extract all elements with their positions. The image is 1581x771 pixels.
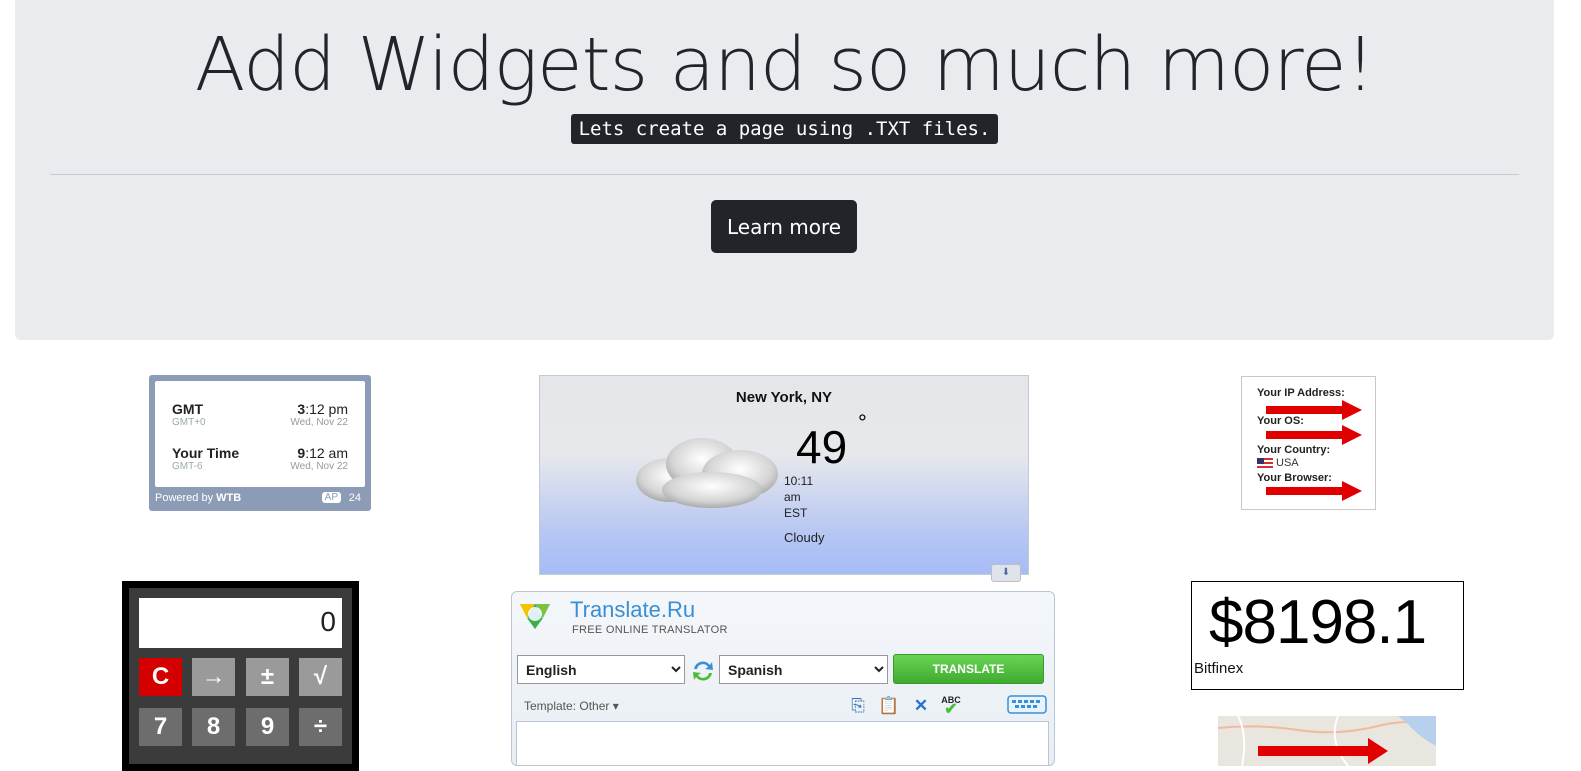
time-value: 3:12 pm: [297, 401, 348, 417]
ip-info-widget[interactable]: Your IP Address: Your OS: Your Country: …: [1241, 376, 1376, 510]
country-name: USA: [1276, 457, 1299, 469]
spellcheck-icon[interactable]: ABC ✔: [940, 695, 962, 718]
translator-widget: Translate.Ru FREE ONLINE TRANSLATOR Engl…: [511, 591, 1055, 766]
divide-key[interactable]: ÷: [299, 708, 342, 746]
red-arrow-icon: [1266, 425, 1362, 445]
weather-time-hour: 10:11: [784, 474, 814, 488]
time-date: Wed, Nov 22: [290, 461, 348, 472]
powered-by-brand[interactable]: WTB: [216, 492, 241, 504]
weather-widget[interactable]: New York, NY 49 ° 10:11 am EST Cloudy ⬇: [539, 375, 1029, 582]
translator-tagline: FREE ONLINE TRANSLATOR: [572, 624, 728, 636]
download-icon[interactable]: ⬇: [991, 564, 1021, 582]
map-graphic: [1218, 716, 1436, 766]
clear-text-icon[interactable]: ✕: [910, 695, 932, 717]
hero-title: Add Widgets and so much more!: [194, 22, 1375, 108]
paste-icon[interactable]: 📋: [878, 695, 900, 717]
weather-time-ampm: am: [784, 490, 801, 504]
powered-by-prefix: Powered by: [155, 492, 214, 504]
source-text-area[interactable]: [516, 721, 1049, 766]
degree-symbol: °: [858, 410, 867, 435]
calculator-widget: 0 C → ± √ 7 8 9 ÷: [122, 581, 359, 771]
world-time-footer: Powered by WTB AP 24: [155, 492, 365, 504]
us-flag-icon: [1257, 458, 1273, 469]
price-ticker-widget: $8198.1 Bitfinex: [1191, 581, 1464, 690]
ap-badge: AP: [321, 492, 341, 503]
cloud-icon: [636, 438, 778, 508]
weather-condition: Cloudy: [784, 530, 825, 545]
digit-8-key[interactable]: 8: [192, 708, 235, 746]
backspace-key[interactable]: →: [192, 658, 235, 696]
hero-divider: [50, 174, 1519, 175]
target-language-select[interactable]: Spanish: [719, 655, 888, 684]
world-time-row: Your Time GMT-6 9:12 am Wed, Nov 22: [172, 445, 348, 472]
powered-by-label: Powered by WTB: [155, 492, 241, 504]
translate-logo-icon: [520, 604, 550, 629]
price-value: $8198.1: [1209, 588, 1427, 657]
swap-languages-icon[interactable]: [690, 658, 716, 684]
red-arrow-icon: [1266, 481, 1362, 501]
learn-more-button[interactable]: Learn more: [711, 200, 857, 253]
country-label: Your Country:: [1257, 444, 1331, 456]
translate-button[interactable]: TRANSLATE: [893, 654, 1044, 684]
map-widget[interactable]: [1218, 716, 1436, 766]
hero-subtitle-line: Lets create a page using .TXT files.: [15, 114, 1554, 144]
plus-minus-key[interactable]: ±: [246, 658, 289, 696]
weather-time-zone: EST: [784, 506, 808, 520]
copy-icon[interactable]: ⎘: [847, 695, 869, 717]
keyboard-icon[interactable]: [1007, 693, 1047, 715]
weather-city: New York, NY: [735, 389, 833, 406]
country-value: USA: [1257, 457, 1299, 469]
time-minutes: :12 pm: [305, 401, 348, 417]
time-minutes: :12 am: [305, 445, 348, 461]
ap-number: 24: [348, 492, 361, 504]
exchange-name: Bitfinex: [1194, 660, 1244, 677]
translator-brand[interactable]: Translate.Ru: [570, 597, 695, 623]
time-value: 9:12 am: [297, 445, 348, 461]
hero-subtitle-code: Lets create a page using .TXT files.: [570, 114, 999, 144]
ip-address-label: Your IP Address:: [1257, 387, 1345, 399]
time-date: Wed, Nov 22: [290, 417, 348, 428]
calculator-display: 0: [139, 598, 342, 648]
hero-jumbotron: Add Widgets and so much more! Lets creat…: [15, 0, 1554, 340]
weather-temperature: 49: [796, 421, 848, 473]
digit-7-key[interactable]: 7: [139, 708, 182, 746]
source-language-select[interactable]: English: [517, 655, 685, 684]
world-time-row: GMT GMT+0 3:12 pm Wed, Nov 22: [172, 401, 348, 428]
digit-9-key[interactable]: 9: [246, 708, 289, 746]
sqrt-key[interactable]: √: [299, 658, 342, 696]
world-time-panel: GMT GMT+0 3:12 pm Wed, Nov 22 Your Time …: [155, 381, 365, 487]
world-time-widget[interactable]: GMT GMT+0 3:12 pm Wed, Nov 22 Your Time …: [149, 375, 371, 511]
clear-key[interactable]: C: [139, 658, 182, 696]
template-dropdown[interactable]: Template: Other ▾: [524, 699, 619, 713]
